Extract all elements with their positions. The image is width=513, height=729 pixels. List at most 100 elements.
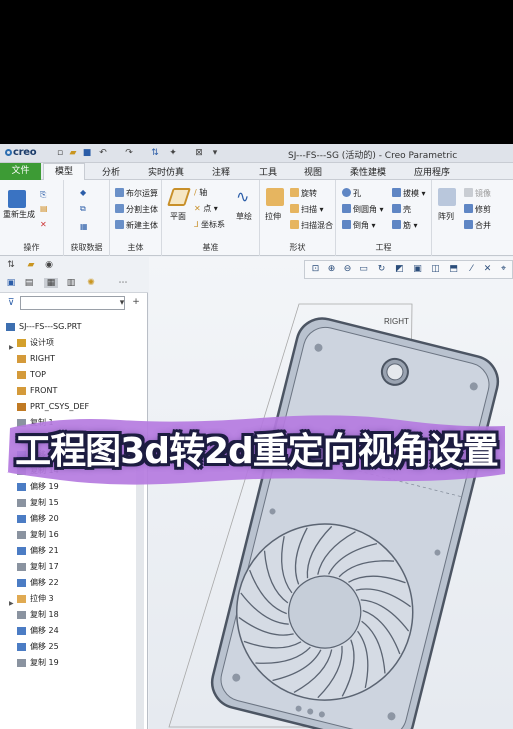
draft-button[interactable]: 拔模 ▾ [392,188,426,199]
tab-file[interactable]: 文件 [0,163,41,180]
csys-button[interactable]: ⅃ 坐标系 [194,220,225,230]
part-model[interactable]: RIGHT [149,257,513,729]
tree-item[interactable]: 复制 18 [0,607,140,623]
group-body: 布尔运算 分割主体 新建主体 主体 [110,180,162,256]
model-tree-toolbar: ⇅ ▰ ◉ ▣ ▤ ▦ ▥ ✺ ⋯ [0,257,148,293]
boolean-button[interactable]: 布尔运算 [115,188,158,199]
offset-icon [17,627,26,635]
tree-search-input[interactable] [20,296,125,310]
model-tree-tab-icon[interactable]: ⇅ [6,260,16,270]
revolve-button[interactable]: 旋转 [290,188,317,199]
sweep-button[interactable]: 扫描 ▾ [290,204,324,215]
extrude-icon [17,595,26,603]
letterbox-top [0,0,513,144]
sketch-button[interactable]: 草绘 [236,212,252,222]
plane-button[interactable]: 平面 [170,212,186,222]
tree-root[interactable]: SJ---FS---SG.PRT [0,319,140,335]
extrude-icon[interactable] [266,188,284,206]
filter-dropdown-icon[interactable]: ▾ [117,298,127,308]
part-body[interactable] [207,313,504,729]
copy-icon [17,531,26,539]
open-file-icon[interactable]: ▰ [68,148,78,158]
chamfer-button[interactable]: 倒角 ▾ [342,220,376,231]
split-body-button[interactable]: 分割主体 [115,204,158,215]
pattern-button[interactable]: 阵列 [438,212,454,222]
rib-button[interactable]: 筋 ▾ [392,220,418,231]
merge-button[interactable]: 合并 [464,220,491,231]
regenerate-button[interactable]: 重新生成 [3,210,35,220]
tree-item-label: 复制 16 [30,530,59,539]
tree-item[interactable]: ▶ 拉伸 3 [0,591,140,607]
customize-toolbar-icon[interactable]: ▾ [210,148,220,158]
add-filter-icon[interactable]: + [131,297,141,307]
tree-item-label: 偏移 20 [30,514,59,523]
new-file-icon[interactable]: ▫ [55,148,65,158]
pattern-icon[interactable] [438,188,456,206]
tree-item[interactable]: 偏移 20 [0,511,140,527]
folder-browser-tab-icon[interactable]: ▰ [26,260,36,270]
mirror-button[interactable]: 镜像 [464,188,491,199]
round-button[interactable]: 倒圆角 ▾ [342,204,384,215]
delete-icon[interactable]: ✕ [40,220,47,230]
paste-icon[interactable]: ▤ [40,204,48,214]
extrude-button[interactable]: 拉伸 [265,212,281,222]
tree-columns-icon[interactable]: ▥ [66,278,76,288]
tree-item[interactable]: 复制 17 [0,559,140,575]
tab-live-simulation[interactable]: 实时仿真 [148,165,184,178]
tree-item[interactable]: ▶ 设计项 [0,335,140,351]
sketch-icon[interactable]: ∿ [236,188,254,206]
settings-gear-icon[interactable]: ✺ [86,278,96,288]
tab-tools[interactable]: 工具 [259,165,277,178]
tree-item[interactable]: 复制 15 [0,495,140,511]
regenerate-quick-icon[interactable]: ⇅ [150,148,160,158]
close-window-icon[interactable]: ⊠ [194,148,204,158]
axis-button[interactable]: / 轴 [194,188,207,198]
user-defined-feature-icon[interactable]: ◆ [80,188,86,198]
tab-model[interactable]: 模型 [43,163,85,181]
tree-item[interactable]: TOP [0,367,140,383]
tree-item[interactable]: 偏移 25 [0,639,140,655]
tree-item[interactable]: 偏移 24 [0,623,140,639]
tree-view-icon[interactable]: ▣ [6,278,16,288]
plane-icon [17,387,26,395]
point-button[interactable]: ✕ 点 ▾ [194,204,218,214]
tree-item-label: FRONT [30,386,58,395]
tree-item[interactable]: 偏移 21 [0,543,140,559]
hole-button[interactable]: 孔 [342,188,361,199]
title-bar: creo ▫ ▰ ■ ↶ ↷ ⇅ ✦ ⊠ ▾ SJ---FS---SG (活动的… [0,144,513,163]
tab-analysis[interactable]: 分析 [102,165,120,178]
plane-icon[interactable] [167,188,191,206]
tree-item[interactable]: 复制 19 [0,655,140,671]
new-body-button[interactable]: 新建主体 [115,220,158,231]
copy-icon[interactable]: ⎘ [40,190,46,200]
save-icon[interactable]: ■ [82,148,92,158]
model-tree-panel: ⇅ ▰ ◉ ▣ ▤ ▦ ▥ ✺ ⋯ ⊽ ▾ + SJ---FS---SG.PRT… [0,257,148,729]
tree-item-label: 设计项 [30,338,54,347]
tab-annotate[interactable]: 注释 [212,165,230,178]
layer-tree-icon[interactable]: ▤ [24,278,34,288]
copy-geometry-icon[interactable]: ⧉ [80,204,86,214]
tree-item-label: 偏移 24 [30,626,59,635]
tree-item-label: TOP [30,370,47,379]
shrinkwrap-icon[interactable]: ▦ [80,222,88,232]
tree-item[interactable]: FRONT [0,383,140,399]
tab-view[interactable]: 视图 [304,165,322,178]
tab-flexible-modeling[interactable]: 柔性建模 [350,165,386,178]
redo-icon[interactable]: ↷ [124,148,134,158]
part-icon [6,323,15,331]
tree-options-icon[interactable]: ⋯ [118,278,128,288]
copy-icon [17,611,26,619]
tree-item[interactable]: 复制 16 [0,527,140,543]
windows-icon[interactable]: ✦ [168,148,178,158]
undo-icon[interactable]: ↶ [98,148,108,158]
favorites-tab-icon[interactable]: ◉ [44,260,54,270]
tree-item[interactable]: RIGHT [0,351,140,367]
tree-item-label: 复制 17 [30,562,59,571]
regenerate-icon[interactable] [8,190,26,208]
tree-item[interactable]: 偏移 22 [0,575,140,591]
tab-applications[interactable]: 应用程序 [414,165,450,178]
tree-filter-icon[interactable]: ▦ [44,278,58,288]
swept-blend-button[interactable]: 扫描混合 [290,220,333,231]
shell-button[interactable]: 壳 [392,204,411,215]
trim-button[interactable]: 修剪 [464,204,491,215]
